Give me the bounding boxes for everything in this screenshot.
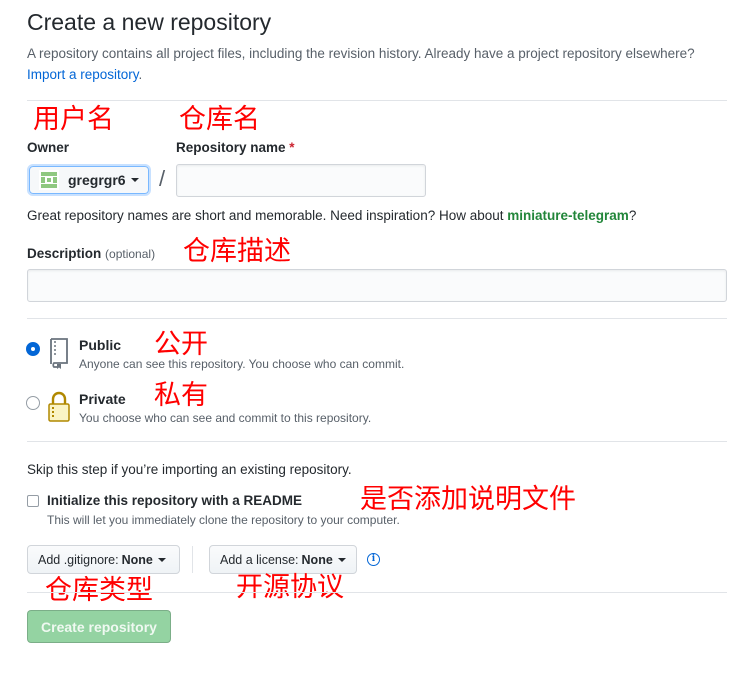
- readme-checkbox[interactable]: [27, 495, 39, 507]
- repo-name-label-text: Repository name: [176, 140, 286, 155]
- private-title: Private: [79, 391, 126, 407]
- annotation-owner: 用户名: [33, 104, 114, 135]
- caret-down-icon: [130, 178, 139, 182]
- name-suggestion[interactable]: miniature-telegram: [507, 208, 629, 223]
- owner-name: gregrgr6: [68, 172, 126, 188]
- name-hint-end: ?: [628, 208, 637, 223]
- readme-description: This will let you immediately clone the …: [47, 513, 400, 527]
- public-description: Anyone can see this repository. You choo…: [79, 357, 405, 371]
- description-input[interactable]: [27, 269, 727, 302]
- lock-icon: [47, 390, 71, 425]
- license-select[interactable]: Add a license: None: [209, 545, 357, 574]
- gitignore-prefix: Add .gitignore:: [38, 552, 119, 567]
- page-title: Create a new repository: [27, 9, 272, 35]
- gitignore-select[interactable]: Add .gitignore: None: [27, 545, 180, 574]
- license-value: None: [301, 552, 333, 567]
- public-radio[interactable]: [26, 342, 40, 356]
- caret-down-icon: [157, 557, 166, 562]
- annotation-license: 开源协议: [236, 572, 344, 603]
- readme-label[interactable]: Initialize this repository with a README: [47, 493, 302, 508]
- repository-name-input[interactable]: [176, 164, 426, 197]
- divider: [27, 441, 727, 442]
- owner-label: Owner: [27, 140, 70, 155]
- annotation-readme: 是否添加说明文件: [360, 484, 576, 515]
- description-label-text: Description: [27, 246, 102, 261]
- public-title: Public: [79, 337, 122, 353]
- annotation-private: 私有: [154, 380, 208, 411]
- repo-book-icon: [47, 337, 71, 372]
- repo-name-label: Repository name *: [176, 140, 295, 155]
- name-hint: Great repository names are short and mem…: [27, 208, 636, 223]
- annotation-gitignore: 仓库类型: [45, 575, 153, 606]
- gitignore-value: None: [121, 552, 153, 567]
- caret-down-icon: [337, 557, 346, 562]
- divider: [27, 100, 727, 101]
- annotation-description: 仓库描述: [183, 236, 291, 267]
- required-mark: *: [289, 140, 295, 155]
- identicon-avatar-icon: [39, 170, 59, 190]
- subtitle-text: A repository contains all project files,…: [27, 46, 695, 61]
- annotation-public: 公开: [154, 329, 208, 360]
- subtitle-end: .: [138, 67, 143, 82]
- info-icon[interactable]: i: [367, 553, 380, 566]
- skip-step-text: Skip this step if you’re importing an ex…: [27, 462, 352, 477]
- divider: [27, 318, 727, 319]
- private-radio[interactable]: [26, 396, 40, 410]
- annotation-repo-name: 仓库名: [179, 104, 260, 135]
- owner-repo-separator: /: [159, 166, 166, 191]
- private-description: You choose who can see and commit to thi…: [79, 411, 372, 425]
- page-subtitle: A repository contains all project files,…: [27, 43, 717, 85]
- description-label: Description (optional): [27, 246, 155, 261]
- import-repository-link[interactable]: Import a repository: [27, 67, 139, 82]
- optional-hint: (optional): [105, 247, 156, 261]
- owner-select[interactable]: gregrgr6: [27, 164, 151, 196]
- divider: [27, 592, 727, 593]
- license-prefix: Add a license:: [220, 552, 299, 567]
- create-repository-button[interactable]: Create repository: [27, 610, 171, 643]
- select-separator: [192, 546, 193, 573]
- name-hint-text: Great repository names are short and mem…: [27, 208, 504, 223]
